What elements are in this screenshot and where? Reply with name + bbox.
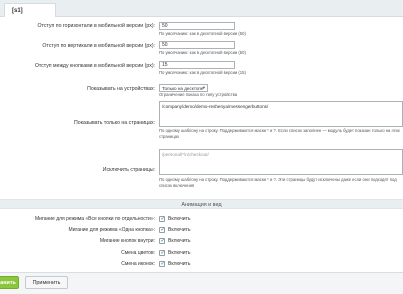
section-header: Анимация и вид — [0, 199, 403, 209]
exclude-label: Исключить страницы: — [102, 167, 155, 173]
show-on-label: Показывать на устройствах: — [87, 86, 155, 92]
show-on-hint: Ограничение показа по типу устройства — [159, 92, 238, 97]
offset-h-hint: По умолчанию: как в десктопной версии (5… — [159, 31, 246, 36]
tab-bar: [s1] — [0, 0, 403, 17]
cb-label-blink-all: Мигание для режима «Все кнопки по отдель… — [35, 216, 155, 222]
checkbox-icons[interactable]: ✓ — [159, 261, 165, 267]
cb-text-colors: Включить — [168, 250, 191, 256]
gap-input[interactable] — [159, 61, 235, 69]
offset-v-label: Отступ по вертикали в мобильной версии (… — [42, 43, 155, 49]
save-button[interactable]: ранить — [0, 276, 19, 289]
tab-s1[interactable]: [s1] — [4, 3, 56, 17]
checkbox-blink-all[interactable]: ✓ — [159, 216, 165, 222]
cb-text-blink-all: Включить — [168, 216, 191, 222]
cb-label-colors: Смена цветов: — [121, 250, 155, 256]
check-icon: ✓ — [160, 226, 166, 233]
exclude-textarea[interactable]: /personal/*\n/checkout/ — [159, 149, 403, 175]
show-on-select[interactable]: Только на десктопе ▾ — [159, 84, 208, 92]
checkbox-blink-inner[interactable]: ✓ — [159, 238, 165, 244]
offset-v-input[interactable] — [159, 41, 235, 49]
cb-label-blink-one: Мигание для режима «Одна кнопка»: — [68, 227, 155, 233]
gap-hint: По умолчанию: как в десктопной версии (1… — [159, 70, 246, 75]
cb-label-blink-inner: Мигание кнопок внутри: — [99, 238, 155, 244]
offset-h-label: Отступ по горизонтали в мобильной версии… — [37, 23, 155, 29]
show-only-textarea[interactable]: /company/demo/demo-reshenya/messengerbut… — [159, 101, 403, 127]
cb-text-blink-one: Включить — [168, 227, 191, 233]
offset-h-input[interactable] — [159, 22, 235, 30]
apply-button[interactable]: Применить — [25, 276, 68, 289]
cb-label-icons: Смена иконок: — [121, 261, 155, 267]
exclude-hint: По одному шаблону на строку. Поддерживаю… — [159, 177, 397, 188]
checkbox-colors[interactable]: ✓ — [159, 250, 165, 256]
cb-text-icons: Включить — [168, 261, 191, 267]
check-icon: ✓ — [160, 215, 166, 222]
checkbox-blink-one[interactable]: ✓ — [159, 227, 165, 233]
check-icon: ✓ — [160, 237, 166, 244]
check-icon: ✓ — [160, 249, 166, 256]
show-only-hint: По одному шаблону на строку. Поддерживаю… — [159, 128, 400, 139]
offset-v-hint: По умолчанию: как в десктопной версии (5… — [159, 50, 246, 55]
check-icon: ✓ — [160, 260, 166, 267]
gap-label: Отступ между кнопками в мобильной версии… — [34, 63, 155, 69]
cb-text-blink-inner: Включить — [168, 238, 191, 244]
show-on-value: Только на десктопе — [162, 86, 204, 91]
chevron-down-icon: ▾ — [202, 85, 205, 90]
show-only-label: Показывать только на страницах: — [74, 120, 155, 126]
